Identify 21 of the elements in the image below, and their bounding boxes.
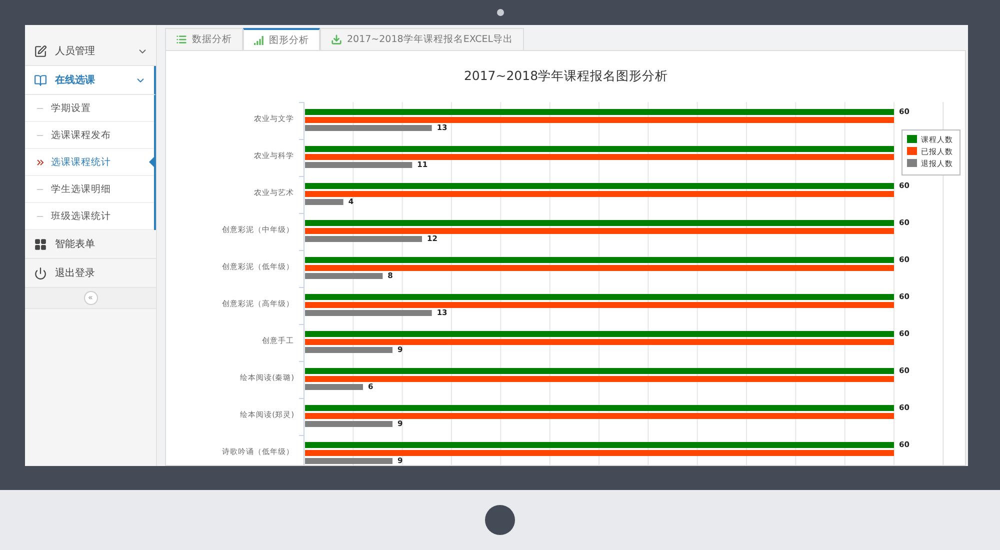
tab[interactable]: 数据分析 [165,28,243,51]
double-chevron-icon [37,158,44,166]
submenu-item[interactable]: 学生选课明细 [25,176,154,203]
submenu-item[interactable]: 选课课程发布 [25,122,154,149]
sidebar-item[interactable]: 在线选课 [25,66,156,95]
signal-icon [254,36,264,44]
book-icon [34,74,47,86]
edit-icon [34,44,47,58]
list-icon [176,34,187,45]
download-icon [331,34,342,45]
submenu-item[interactable]: 学期设置 [25,95,154,122]
camera-dot [496,9,504,16]
chart-title: 2017~2018学年课程报名图形分析 [464,68,668,83]
submenu-item[interactable]: 选课课程统计 [25,149,154,176]
grid-icon [34,238,47,250]
tab[interactable]: 图形分析 [243,28,320,51]
bar [305,384,363,390]
chart-legend [902,130,960,176]
tab[interactable]: 2017~2018学年课程报名EXCEL导出 [320,28,524,51]
power-icon [34,266,47,280]
bar [305,199,344,205]
